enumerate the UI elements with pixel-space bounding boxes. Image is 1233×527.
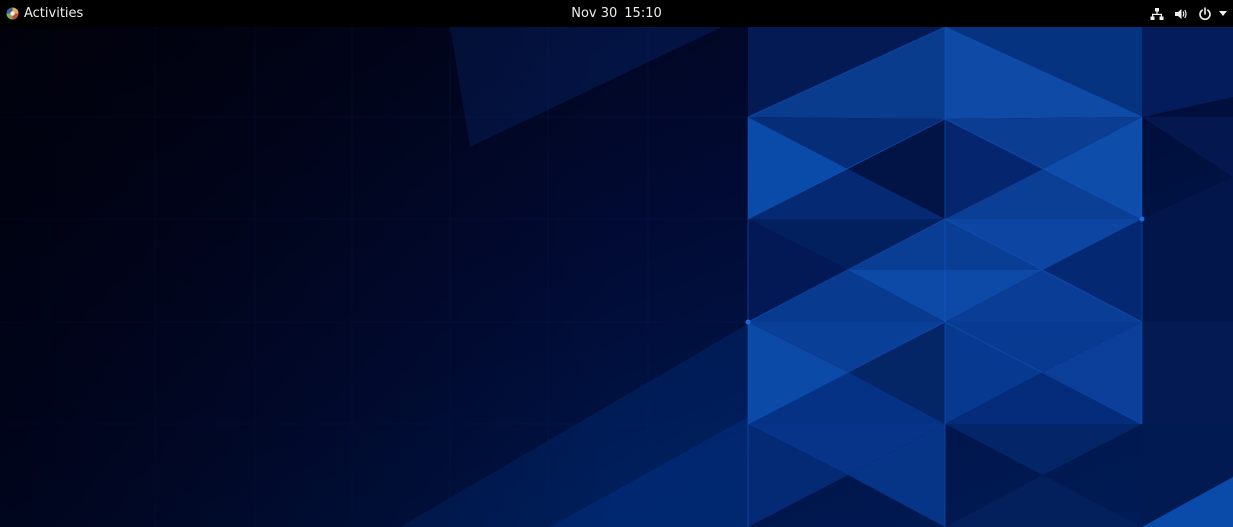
volume-icon bbox=[1175, 8, 1187, 19]
clock: Nov 30 15:10 bbox=[0, 0, 1233, 27]
network-wired-icon bbox=[1150, 7, 1164, 20]
desktop-wallpaper bbox=[0, 27, 1233, 527]
chevron-down-icon bbox=[1219, 10, 1227, 16]
activities-label: Activities bbox=[24, 6, 84, 21]
activities-button[interactable]: Activities bbox=[6, 0, 83, 27]
power-icon bbox=[1199, 6, 1211, 20]
clock-button[interactable]: Nov 30 15:10 bbox=[571, 6, 662, 21]
clock-time: 15:10 bbox=[624, 6, 662, 21]
distro-logo-icon bbox=[6, 7, 19, 20]
system-menu-button[interactable] bbox=[1140, 0, 1227, 27]
desktop: Activities Nov 30 15:10 bbox=[0, 0, 1233, 527]
top-bar: Activities Nov 30 15:10 bbox=[0, 0, 1233, 27]
clock-date: Nov 30 bbox=[571, 6, 618, 21]
